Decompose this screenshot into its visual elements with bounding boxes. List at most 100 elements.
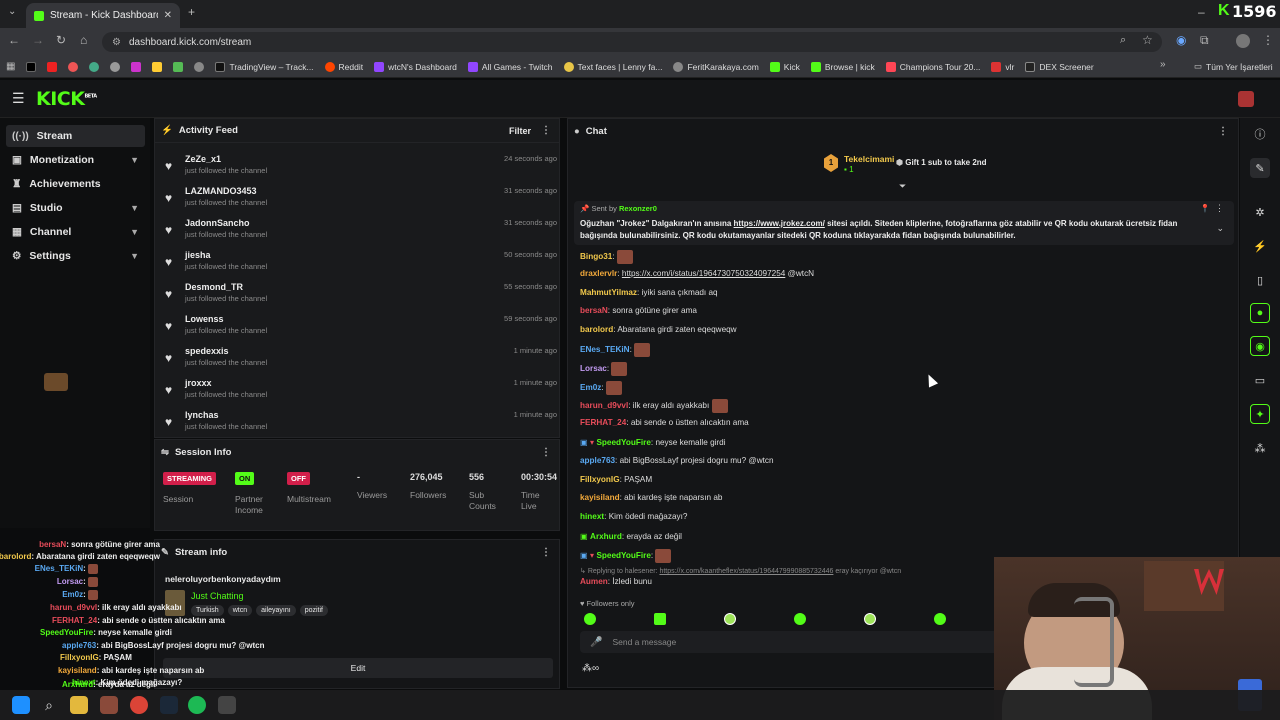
chat-toggle-icon[interactable]: ● (1250, 303, 1270, 323)
chat-title: Chat (585, 125, 607, 137)
chevron-down-icon: ▼ (130, 227, 139, 237)
more-bookmarks-icon[interactable]: » (1160, 59, 1166, 70)
sidebar-item-channel[interactable]: ▦ Channel ▼ (6, 221, 145, 243)
bookmark-text-faces[interactable]: Text faces | Lenny fa... (563, 61, 662, 72)
activity-menu-icon[interactable]: ⋮ (541, 125, 551, 136)
browser-tab[interactable]: Stream - Kick Dashboard ✕ (26, 3, 180, 28)
chat-input[interactable]: 🎤 Send a message (580, 631, 1000, 653)
bookmark-star-icon[interactable]: ☆ (1142, 33, 1153, 47)
url-input[interactable]: ⚙ dashboard.kick.com/stream (102, 32, 1162, 52)
home-icon[interactable]: ⌂ (80, 33, 87, 47)
site-info-icon[interactable]: ⚙ (112, 37, 121, 48)
emote-quick-icon[interactable] (584, 613, 596, 625)
document-icon[interactable]: ▯ (1250, 270, 1270, 290)
monitor-icon[interactable]: ▭ (1250, 370, 1270, 390)
stream-info-menu-icon[interactable]: ⋮ (541, 547, 551, 558)
sidebar-item-studio[interactable]: ▤ Studio ▼ (6, 197, 145, 219)
bolt-icon[interactable]: ⚡ (1250, 236, 1270, 256)
bookmark-icon[interactable] (131, 61, 142, 72)
subs-stat: 556 Sub Counts (469, 472, 496, 511)
category-link[interactable]: Just Chatting (191, 591, 244, 601)
emote-quick-icon[interactable] (934, 613, 946, 625)
bookmark-browse-kick[interactable]: Browse | kick (810, 61, 875, 72)
bookmark-champions-tour[interactable]: Champions Tour 20... (885, 61, 980, 72)
bookmark-all-games[interactable]: All Games - Twitch (467, 61, 553, 72)
followers-stat: 276,045 Followers (410, 472, 447, 500)
broadcast-icon[interactable]: ◉ (1250, 336, 1270, 356)
taskbar-app-icon[interactable] (100, 696, 118, 714)
tab-search-icon[interactable]: ⌄ (8, 6, 16, 17)
overlay-chat-line: SpeedYouFire: neyse kemalle girdi (40, 628, 172, 637)
edit-button[interactable]: Edit (163, 658, 553, 678)
sidebar-item-achievements[interactable]: ♜ Achievements (6, 173, 145, 195)
windows-start-icon[interactable] (12, 696, 30, 714)
profile-avatar[interactable] (1236, 34, 1250, 48)
youtube-bookmark-icon[interactable] (47, 61, 58, 72)
extensions-puzzle-icon[interactable]: ⧉ (1200, 33, 1209, 48)
forward-icon[interactable]: → (32, 33, 44, 47)
bookmark-icon[interactable] (194, 61, 205, 72)
steam-icon[interactable] (160, 696, 178, 714)
new-tab-icon[interactable]: + (188, 5, 195, 19)
back-icon[interactable]: ← (8, 33, 20, 47)
bookmark-kick[interactable]: Kick (769, 61, 800, 72)
close-tab-icon[interactable]: ✕ (164, 10, 172, 21)
info-icon[interactable]: ⓘ (1250, 124, 1270, 144)
microphone-icon[interactable]: 🎤 (590, 637, 602, 648)
chat-menu-icon[interactable]: ⋮ (1218, 126, 1228, 137)
bookmark-vlr[interactable]: vlr (991, 61, 1014, 72)
bookmark-icon[interactable] (89, 61, 100, 72)
session-menu-icon[interactable]: ⋮ (541, 447, 551, 458)
file-explorer-icon[interactable] (70, 696, 88, 714)
sidebar-item-stream[interactable]: ((·)) Stream (6, 125, 145, 147)
chrome-icon[interactable] (130, 696, 148, 714)
bookmark-icon[interactable] (173, 61, 184, 72)
overlay-chat-line: kayisiland: abi kardeş işte naparsın ab (58, 666, 205, 675)
bookmark-dex-screener[interactable]: DEX Screener (1025, 61, 1094, 72)
zoom-icon[interactable]: ⌕ (1120, 34, 1126, 47)
bookmark-twitch-dashboard[interactable]: wtcN's Dashboard (374, 61, 457, 72)
spotify-icon[interactable] (188, 696, 206, 714)
chevron-down-icon[interactable]: ⌄ (1216, 223, 1224, 234)
sidebar-item-monetization[interactable]: ▣ Monetization ▼ (6, 149, 145, 171)
unpin-icon[interactable]: 📍 (1200, 204, 1210, 213)
kick-logo[interactable]: KICKBETA (36, 88, 97, 110)
reddit-icon (324, 61, 335, 72)
apps-grid-icon[interactable]: ▦ (6, 61, 15, 72)
users-icon[interactable]: ⁂ (1250, 438, 1270, 458)
minimize-icon[interactable]: – (1198, 5, 1205, 19)
pinned-menu-icon[interactable]: ⋮ (1215, 203, 1224, 214)
reload-icon[interactable]: ↻ (56, 33, 66, 47)
hamburger-menu-icon[interactable]: ☰ (12, 90, 25, 107)
chat-settings-icon[interactable]: ⁂∞ (582, 663, 599, 674)
search-icon[interactable]: ⌕ (40, 696, 58, 714)
emote-quick-icon[interactable] (864, 613, 876, 625)
emote-quick-icon[interactable] (794, 613, 806, 625)
dashboard-sidebar: ((·)) Stream ▣ Monetization ▼ ♜ Achievements… (0, 118, 150, 528)
bookmark-reddit[interactable]: Reddit (324, 61, 363, 72)
bookmark-icon[interactable] (68, 61, 79, 72)
all-bookmarks-folder[interactable]: ▭ Tüm Yer İşaretleri (1194, 61, 1273, 72)
pinned-link[interactable]: https://www.jrokez.com/ (734, 219, 825, 228)
edit-icon[interactable]: ✎ (1250, 158, 1270, 178)
taskbar-app-icon[interactable] (218, 696, 236, 714)
wrench-icon[interactable]: ✦ (1250, 404, 1270, 424)
bookmark-icon[interactable] (152, 61, 163, 72)
extension-icon[interactable]: ◉ (1176, 33, 1186, 47)
emote-quick-icon[interactable] (654, 613, 666, 625)
emote-quick-icon[interactable] (724, 613, 736, 625)
collapse-arrow-icon[interactable]: ⏷ (899, 181, 906, 192)
browser-menu-icon[interactable]: ⋮ (1262, 33, 1274, 47)
x-bookmark-icon[interactable] (26, 61, 37, 72)
gift-sub-prompt[interactable]: ⬢ Gift 1 sub to take 2nd (896, 158, 987, 167)
filter-button[interactable]: Filter (509, 126, 531, 136)
user-avatar[interactable] (1238, 91, 1254, 107)
sidebar-item-settings[interactable]: ⚙ Settings ▼ (6, 245, 145, 267)
list-item: ♥ Lowenss just followed the channel 59 seco… (165, 314, 557, 335)
gifter-name[interactable]: Tekelcimami (844, 154, 894, 164)
badge-icon: ▣ (580, 551, 588, 561)
settings-icon[interactable]: ✲ (1250, 202, 1270, 222)
bookmark-feritkarakaya[interactable]: FeritKarakaya.com (673, 61, 759, 72)
bookmark-icon[interactable] (110, 61, 121, 72)
bookmark-tradingview[interactable]: TradingView – Track... (215, 61, 314, 72)
